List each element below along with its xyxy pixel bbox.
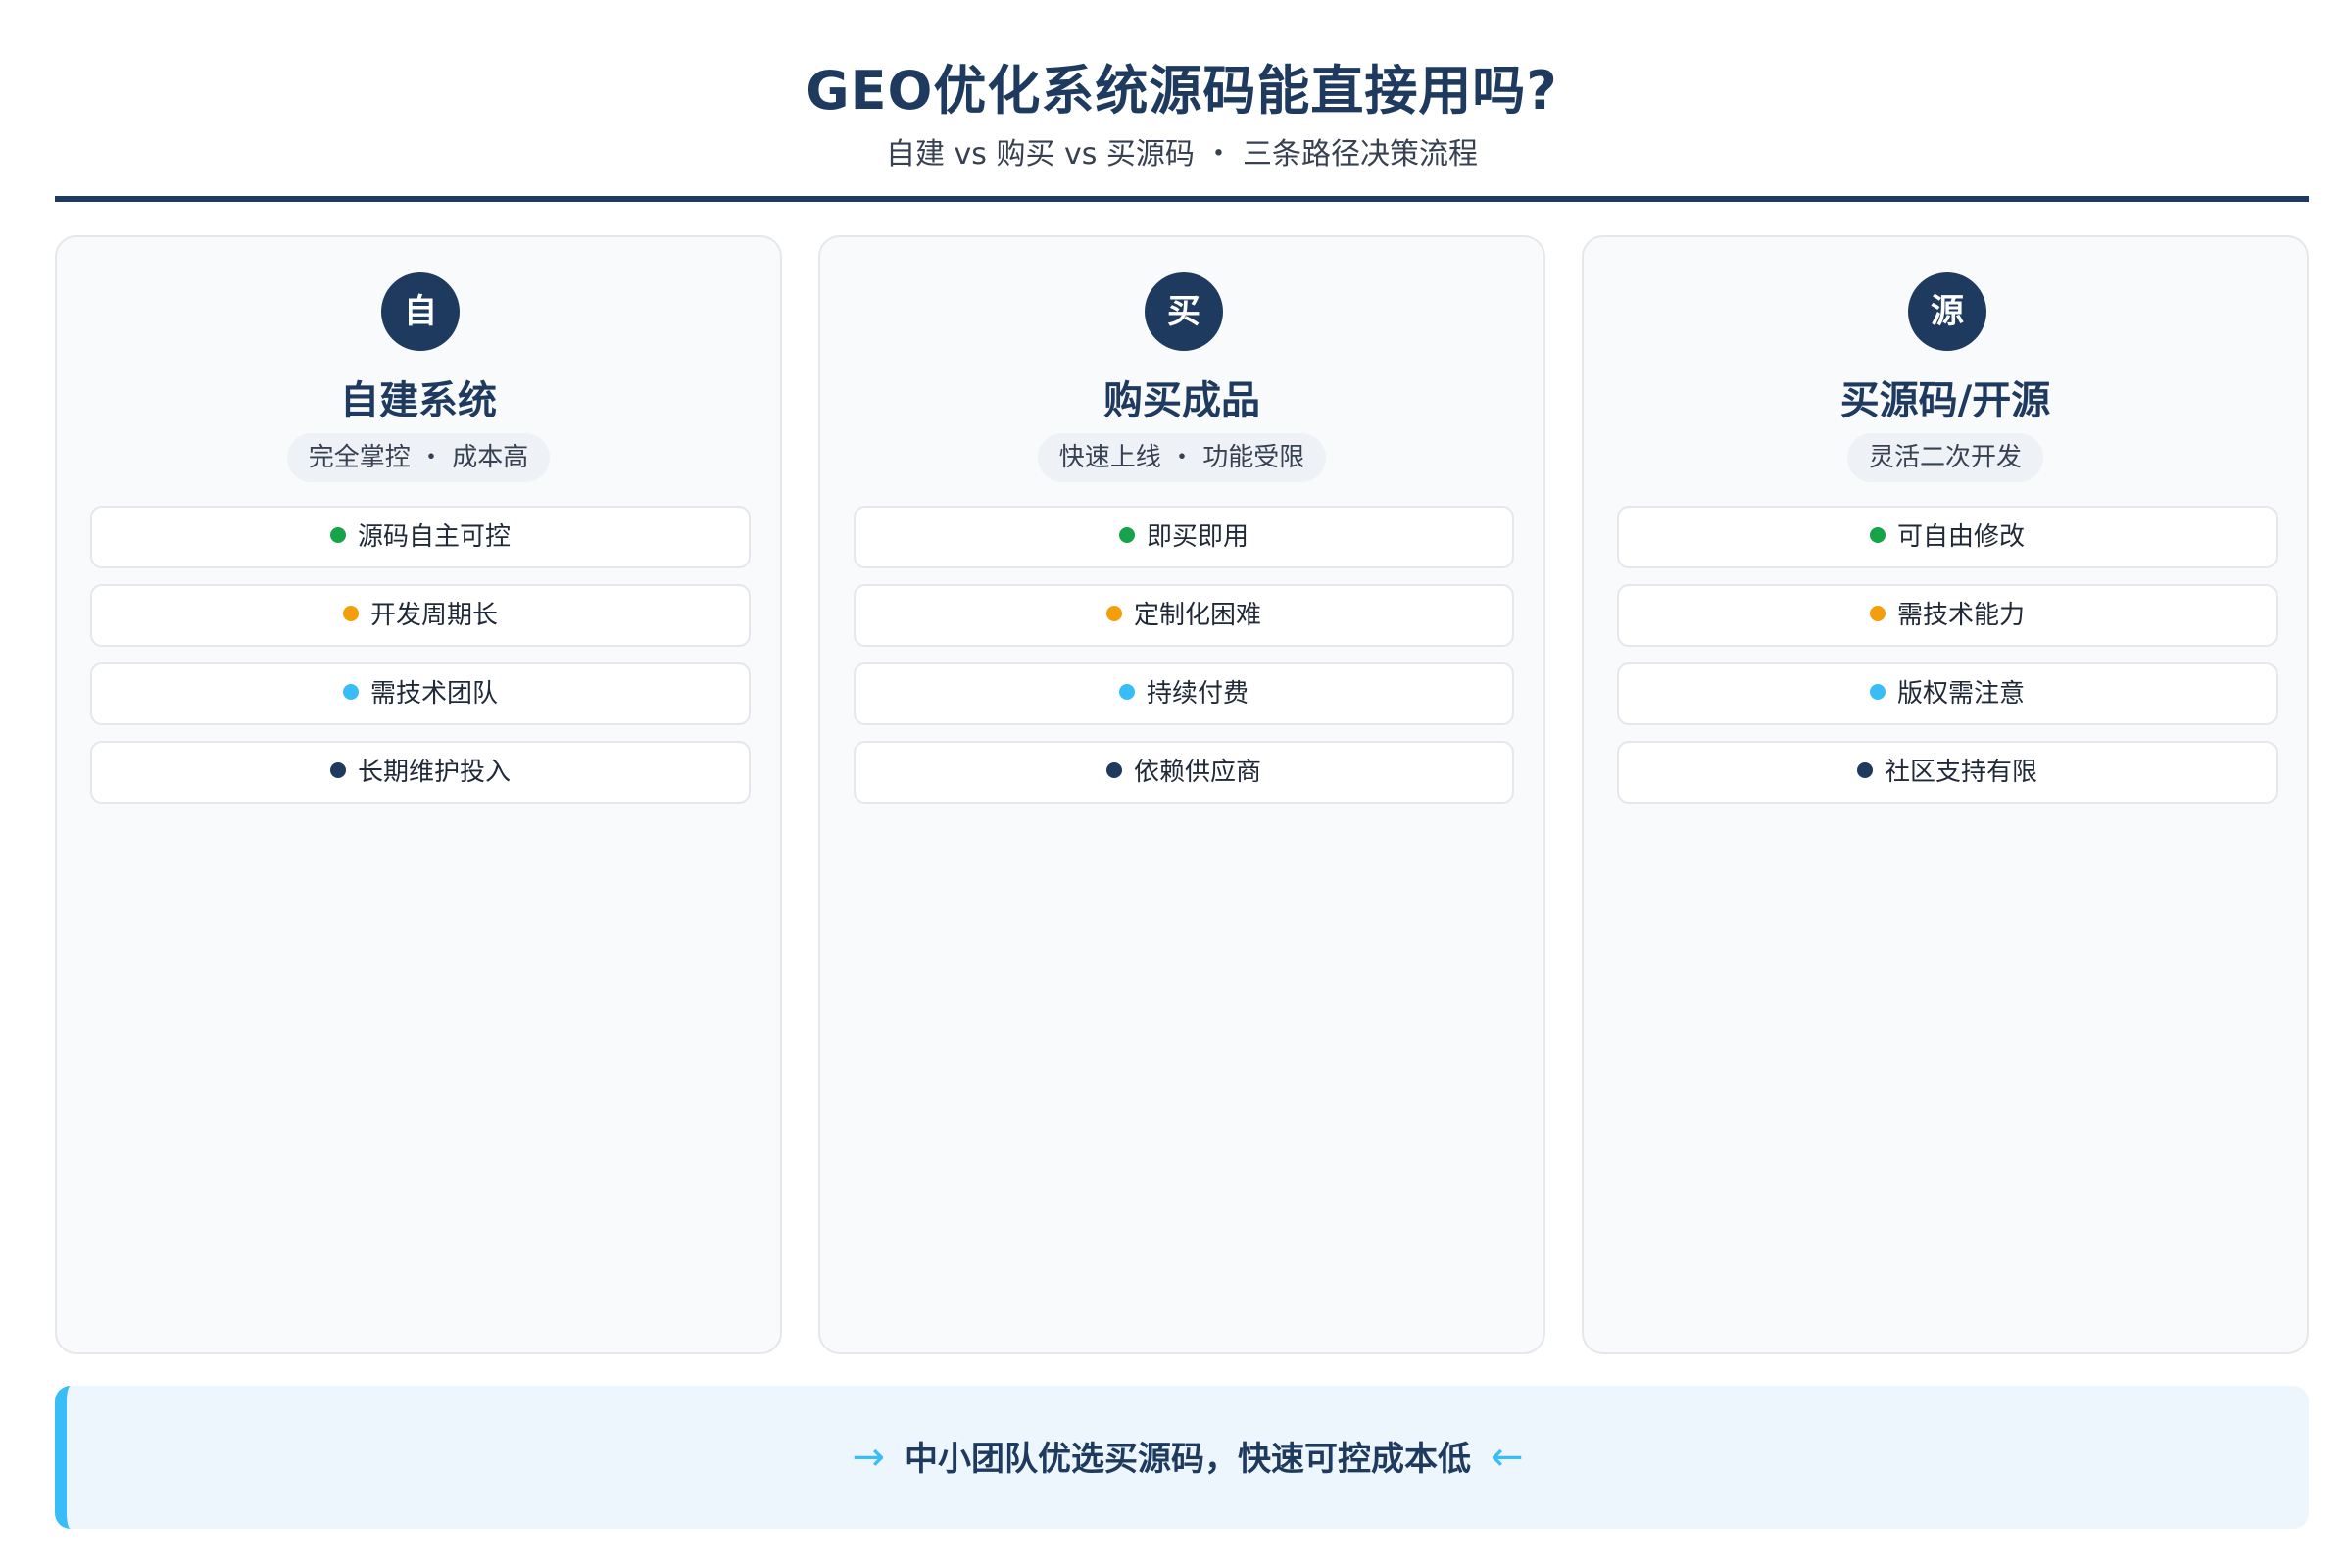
header-divider	[55, 196, 2309, 202]
path-columns: 自 自建系统 完全掌控 ・ 成本高 源码自主可控 开发周期长 需技术团队 长期维…	[55, 235, 2309, 1354]
list-item: 可自由修改	[1617, 506, 2278, 568]
list-item: 社区支持有限	[1617, 741, 2278, 804]
navy-dot-icon	[329, 761, 346, 778]
navy-dot-icon	[1856, 761, 1873, 778]
list-item: 持续付费	[854, 662, 1514, 725]
column-badge: 自	[381, 272, 460, 351]
navy-dot-icon	[1105, 761, 1122, 778]
page: GEO优化系统源码能直接用吗? 自建 vs 购买 vs 买源码 ・ 三条路径决策…	[0, 0, 2352, 1568]
orange-dot-icon	[342, 605, 359, 621]
orange-dot-icon	[1869, 605, 1886, 621]
list-item: 即买即用	[854, 506, 1514, 568]
column-items: 可自由修改 需技术能力 版权需注意 社区支持有限	[1617, 506, 2278, 819]
green-dot-icon	[1869, 526, 1886, 543]
green-dot-icon	[329, 526, 346, 543]
page-title: GEO优化系统源码能直接用吗?	[806, 60, 1558, 122]
column-tag: 快速上线 ・ 功能受限	[1037, 433, 1327, 482]
list-item: 定制化困难	[854, 584, 1514, 647]
conclusion-banner: → 中小团队优选买源码，快速可控成本低 ←	[55, 1386, 2309, 1529]
column-self-build: 自 自建系统 完全掌控 ・ 成本高 源码自主可控 开发周期长 需技术团队 长期维…	[55, 235, 782, 1354]
list-item: 长期维护投入	[90, 741, 751, 804]
column-buy-product: 买 购买成品 快速上线 ・ 功能受限 即买即用 定制化困难 持续付费 依赖供应商	[818, 235, 1545, 1354]
column-tag: 灵活二次开发	[1846, 433, 2043, 482]
green-dot-icon	[1118, 526, 1135, 543]
list-item: 开发周期长	[90, 584, 751, 647]
column-title: 买源码/开源	[1839, 378, 2051, 423]
blue-dot-icon	[342, 683, 359, 700]
arrow-right-icon: →	[852, 1435, 885, 1480]
list-item: 源码自主可控	[90, 506, 751, 568]
column-tag: 完全掌控 ・ 成本高	[286, 433, 551, 482]
arrow-left-icon: ←	[1491, 1435, 1524, 1480]
column-title: 自建系统	[340, 378, 497, 423]
list-item: 依赖供应商	[854, 741, 1514, 804]
column-items: 即买即用 定制化困难 持续付费 依赖供应商	[854, 506, 1514, 819]
header: GEO优化系统源码能直接用吗? 自建 vs 购买 vs 买源码 ・ 三条路径决策…	[55, 0, 2309, 206]
list-item: 版权需注意	[1617, 662, 2278, 725]
page-subtitle: 自建 vs 购买 vs 买源码 ・ 三条路径决策流程	[886, 137, 1478, 172]
column-title: 购买成品	[1103, 378, 1260, 423]
column-source-code: 源 买源码/开源 灵活二次开发 可自由修改 需技术能力 版权需注意 社区支持有限	[1582, 235, 2309, 1354]
blue-dot-icon	[1118, 683, 1135, 700]
blue-dot-icon	[1869, 683, 1886, 700]
list-item: 需技术团队	[90, 662, 751, 725]
list-item: 需技术能力	[1617, 584, 2278, 647]
orange-dot-icon	[1105, 605, 1122, 621]
column-items: 源码自主可控 开发周期长 需技术团队 长期维护投入	[90, 506, 751, 819]
column-badge: 源	[1908, 272, 1986, 351]
conclusion-text: 中小团队优选买源码，快速可控成本低	[905, 1440, 1471, 1479]
column-badge: 买	[1145, 272, 1223, 351]
